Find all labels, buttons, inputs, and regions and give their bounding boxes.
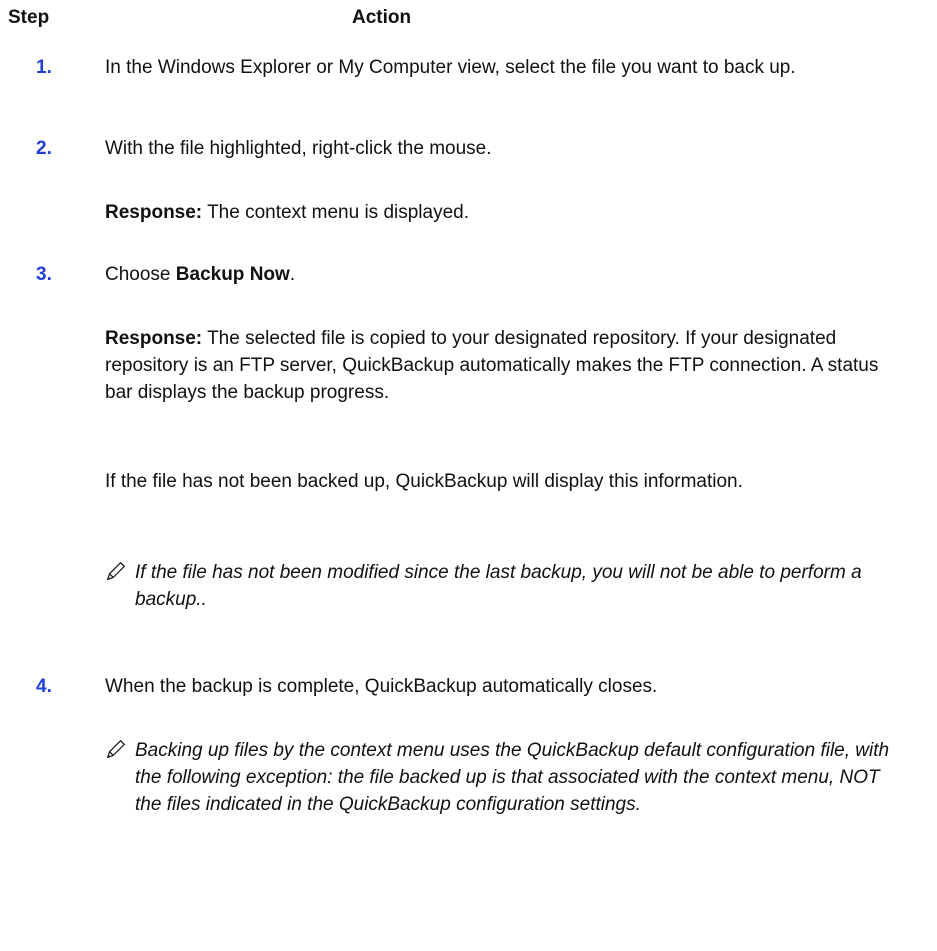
step-text: When the backup is complete, QuickBackup… — [105, 676, 658, 697]
note-text: Backing up files by the context menu use… — [135, 740, 890, 815]
step-number: 4. — [36, 676, 52, 697]
response-paragraph: Response: The selected file is copied to… — [105, 325, 905, 406]
step-number: 2. — [36, 138, 52, 159]
pencil-icon — [106, 561, 126, 581]
response-paragraph: Response: The context menu is displayed. — [105, 199, 905, 226]
pencil-icon — [106, 739, 126, 759]
step-text: In the Windows Explorer or My Computer v… — [105, 57, 796, 78]
step-text: Choose Backup Now. — [105, 264, 296, 285]
note-text: If the file has not been modified since … — [135, 562, 862, 610]
info-paragraph: If the file has not been backed up, Quic… — [105, 471, 743, 492]
step-number: 3. — [36, 264, 52, 285]
response-text: The selected file is copied to your desi… — [105, 328, 879, 403]
step-number: 1. — [36, 57, 52, 78]
response-text: The context menu is displayed. — [202, 202, 469, 223]
step-text: With the file highlighted, right-click t… — [105, 138, 492, 159]
note: Backing up files by the context menu use… — [105, 737, 925, 818]
action-column-header: Action — [352, 7, 412, 28]
note: If the file has not been modified since … — [105, 559, 925, 613]
step-column-header: Step — [8, 7, 50, 28]
response-label: Response: — [105, 328, 203, 349]
backup-now-label: Backup Now — [175, 264, 290, 285]
response-label: Response: — [105, 202, 203, 223]
